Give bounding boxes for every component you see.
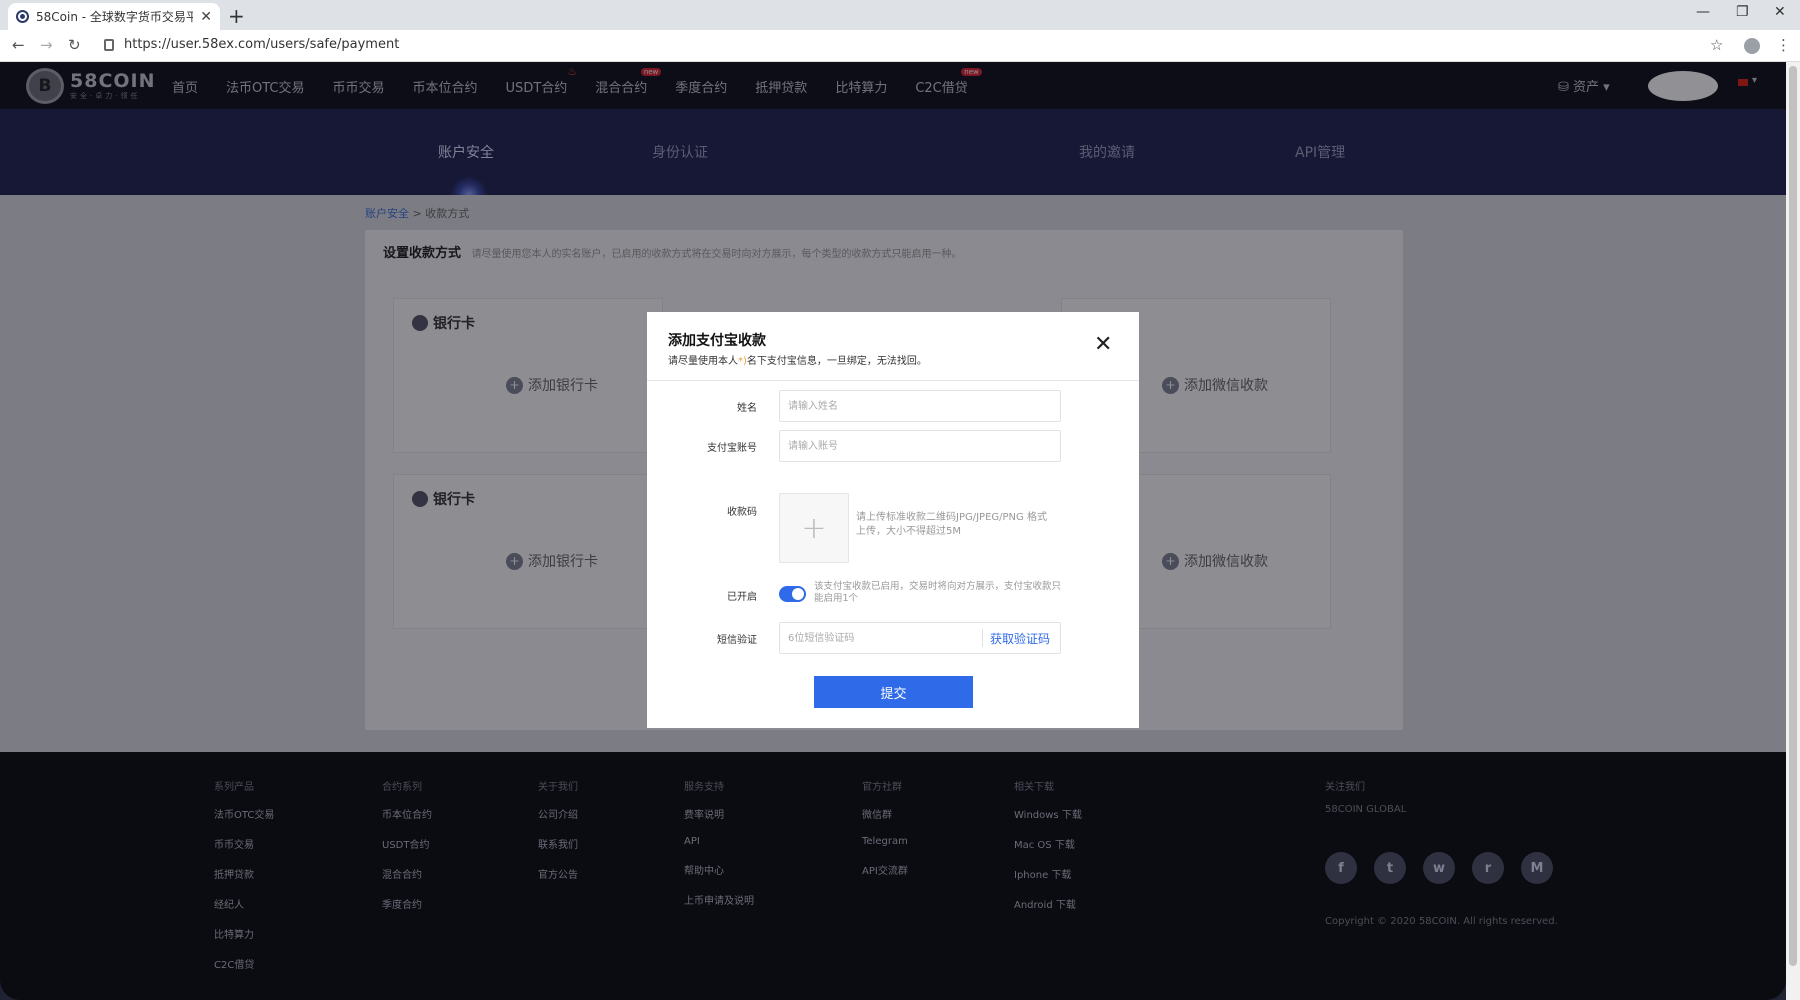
footer-column: 关于我们 公司介绍 联系我们 官方公告: [538, 778, 578, 896]
footer-link[interactable]: 官方公告: [538, 866, 578, 881]
footer-link[interactable]: 上币申请及说明: [684, 892, 754, 907]
qrcode-upload-button[interactable]: +: [779, 493, 849, 563]
sms-divider: [982, 629, 983, 647]
minimize-button[interactable]: —: [1696, 4, 1710, 20]
footer-link[interactable]: Mac OS 下载: [1014, 836, 1082, 851]
footer-link[interactable]: 费率说明: [684, 806, 754, 821]
footer-column: 官方社群 微信群 Telegram API交流群: [862, 778, 908, 892]
footer-link[interactable]: Telegram: [862, 836, 908, 847]
weibo-icon[interactable]: w: [1423, 852, 1455, 884]
follow-us-heading: 关注我们: [1325, 782, 1365, 793]
restore-button[interactable]: ❐: [1736, 4, 1749, 20]
modal-subtitle-part: 名下支付宝信息，一旦绑定，无法找回。: [746, 356, 927, 367]
reload-icon[interactable]: ↻: [68, 36, 81, 54]
sms-code-input[interactable]: [780, 623, 980, 653]
footer-link[interactable]: Android 下载: [1014, 896, 1082, 911]
site-favicon-icon: [16, 10, 29, 23]
footer-link[interactable]: C2C借贷: [214, 956, 274, 971]
tab-title: 58Coin - 全球数字货币交易平台: [36, 10, 194, 24]
scrollbar-thumb[interactable]: [1789, 66, 1797, 966]
enabled-hint: 该支付宝收款已启用，交易时将向对方展示，支付宝收款只能启用1个: [814, 581, 1062, 604]
modal-subtitle-part: 请尽量使用本人: [668, 356, 738, 367]
footer-link[interactable]: 法币OTC交易: [214, 806, 274, 821]
footer-link[interactable]: USDT合约: [382, 836, 432, 851]
browser-tab[interactable]: 58Coin - 全球数字货币交易平台 ✕: [8, 3, 220, 30]
get-code-button[interactable]: 获取验证码: [990, 630, 1050, 647]
tab-close-icon[interactable]: ✕: [200, 9, 212, 25]
add-alipay-modal: 添加支付宝收款 请尽量使用本人*)名下支付宝信息，一旦绑定，无法找回。 ✕ 姓名…: [647, 312, 1139, 728]
footer-link[interactable]: 经纪人: [214, 896, 274, 911]
footer-link[interactable]: 混合合约: [382, 866, 432, 881]
twitter-icon[interactable]: t: [1374, 852, 1406, 884]
modal-title: 添加支付宝收款: [668, 333, 766, 349]
footer-heading: 服务支持: [684, 782, 724, 793]
copyright-text: Copyright © 2020 58COIN. All rights rese…: [1325, 916, 1558, 927]
footer-link[interactable]: 币币交易: [214, 836, 274, 851]
address-bar: ← → ↻ https://user.58ex.com/users/safe/p…: [0, 30, 1800, 62]
footer-link[interactable]: 季度合约: [382, 896, 432, 911]
new-tab-button[interactable]: +: [228, 4, 245, 28]
name-input[interactable]: [779, 390, 1061, 422]
footer-column: 合约系列 币本位合约 USDT合约 混合合约 季度合约: [382, 778, 432, 926]
footer-link[interactable]: API交流群: [862, 862, 908, 877]
footer-link[interactable]: Windows 下载: [1014, 806, 1082, 821]
footer-link[interactable]: 微信群: [862, 806, 908, 821]
page-scrollbar[interactable]: [1786, 62, 1800, 1000]
alipay-account-input[interactable]: [779, 430, 1061, 462]
browser-tabbar: 58Coin - 全球数字货币交易平台 ✕ + — ❐ ✕: [0, 0, 1800, 30]
footer-link[interactable]: 公司介绍: [538, 806, 578, 821]
footer-heading: 官方社群: [862, 782, 902, 793]
modal-divider: [647, 380, 1139, 381]
footer-link[interactable]: 联系我们: [538, 836, 578, 851]
footer-heading: 系列产品: [214, 782, 254, 793]
window-close-button[interactable]: ✕: [1774, 4, 1786, 20]
bookmark-star-icon[interactable]: ☆: [1710, 36, 1723, 54]
footer-link[interactable]: API: [684, 836, 754, 847]
name-label: 姓名: [737, 403, 757, 414]
footer-heading: 合约系列: [382, 782, 422, 793]
footer-link[interactable]: Iphone 下载: [1014, 866, 1082, 881]
modal-subtitle: 请尽量使用本人*)名下支付宝信息，一旦绑定，无法找回。: [668, 352, 927, 367]
facebook-icon[interactable]: f: [1325, 852, 1357, 884]
modal-subtitle-highlight: *): [738, 356, 747, 367]
profile-icon[interactable]: [1744, 38, 1760, 54]
close-icon[interactable]: ✕: [1094, 332, 1112, 357]
footer-link[interactable]: 币本位合约: [382, 806, 432, 821]
footer-column: 相关下载 Windows 下载 Mac OS 下载 Iphone 下载 Andr…: [1014, 778, 1082, 926]
footer-link[interactable]: 抵押贷款: [214, 866, 274, 881]
global-label: 58COIN GLOBAL: [1325, 804, 1407, 815]
site-footer: 系列产品 法币OTC交易 币币交易 抵押贷款 经纪人 比特算力 C2C借贷 合约…: [0, 752, 1786, 1000]
sms-field: 获取验证码: [779, 622, 1061, 654]
social-links: f t w r M: [1325, 852, 1553, 884]
upload-hint: 请上传标准收款二维码JPG/JPEG/PNG 格式上传，大小不得超过5M: [856, 512, 1047, 537]
alipay-account-label: 支付宝账号: [707, 443, 757, 454]
footer-link[interactable]: 帮助中心: [684, 862, 754, 877]
url-text[interactable]: https://user.58ex.com/users/safe/payment: [124, 37, 399, 52]
lock-icon: [104, 39, 114, 51]
qrcode-label: 收款码: [727, 507, 757, 518]
enabled-label: 已开启: [727, 592, 757, 603]
footer-link[interactable]: 比特算力: [214, 926, 274, 941]
forward-arrow-icon[interactable]: →: [40, 36, 53, 54]
footer-column: 系列产品 法币OTC交易 币币交易 抵押贷款 经纪人 比特算力 C2C借贷: [214, 778, 274, 986]
more-menu-icon[interactable]: ⋮: [1776, 36, 1791, 54]
reddit-icon[interactable]: r: [1472, 852, 1504, 884]
back-arrow-icon[interactable]: ←: [12, 36, 25, 54]
submit-button[interactable]: 提交: [814, 676, 973, 708]
footer-heading: 相关下载: [1014, 782, 1054, 793]
medium-icon[interactable]: M: [1521, 852, 1553, 884]
enabled-toggle[interactable]: [779, 586, 806, 602]
footer-heading: 关于我们: [538, 782, 578, 793]
footer-column: 服务支持 费率说明 API 帮助中心 上币申请及说明: [684, 778, 754, 922]
sms-label: 短信验证: [717, 635, 757, 646]
